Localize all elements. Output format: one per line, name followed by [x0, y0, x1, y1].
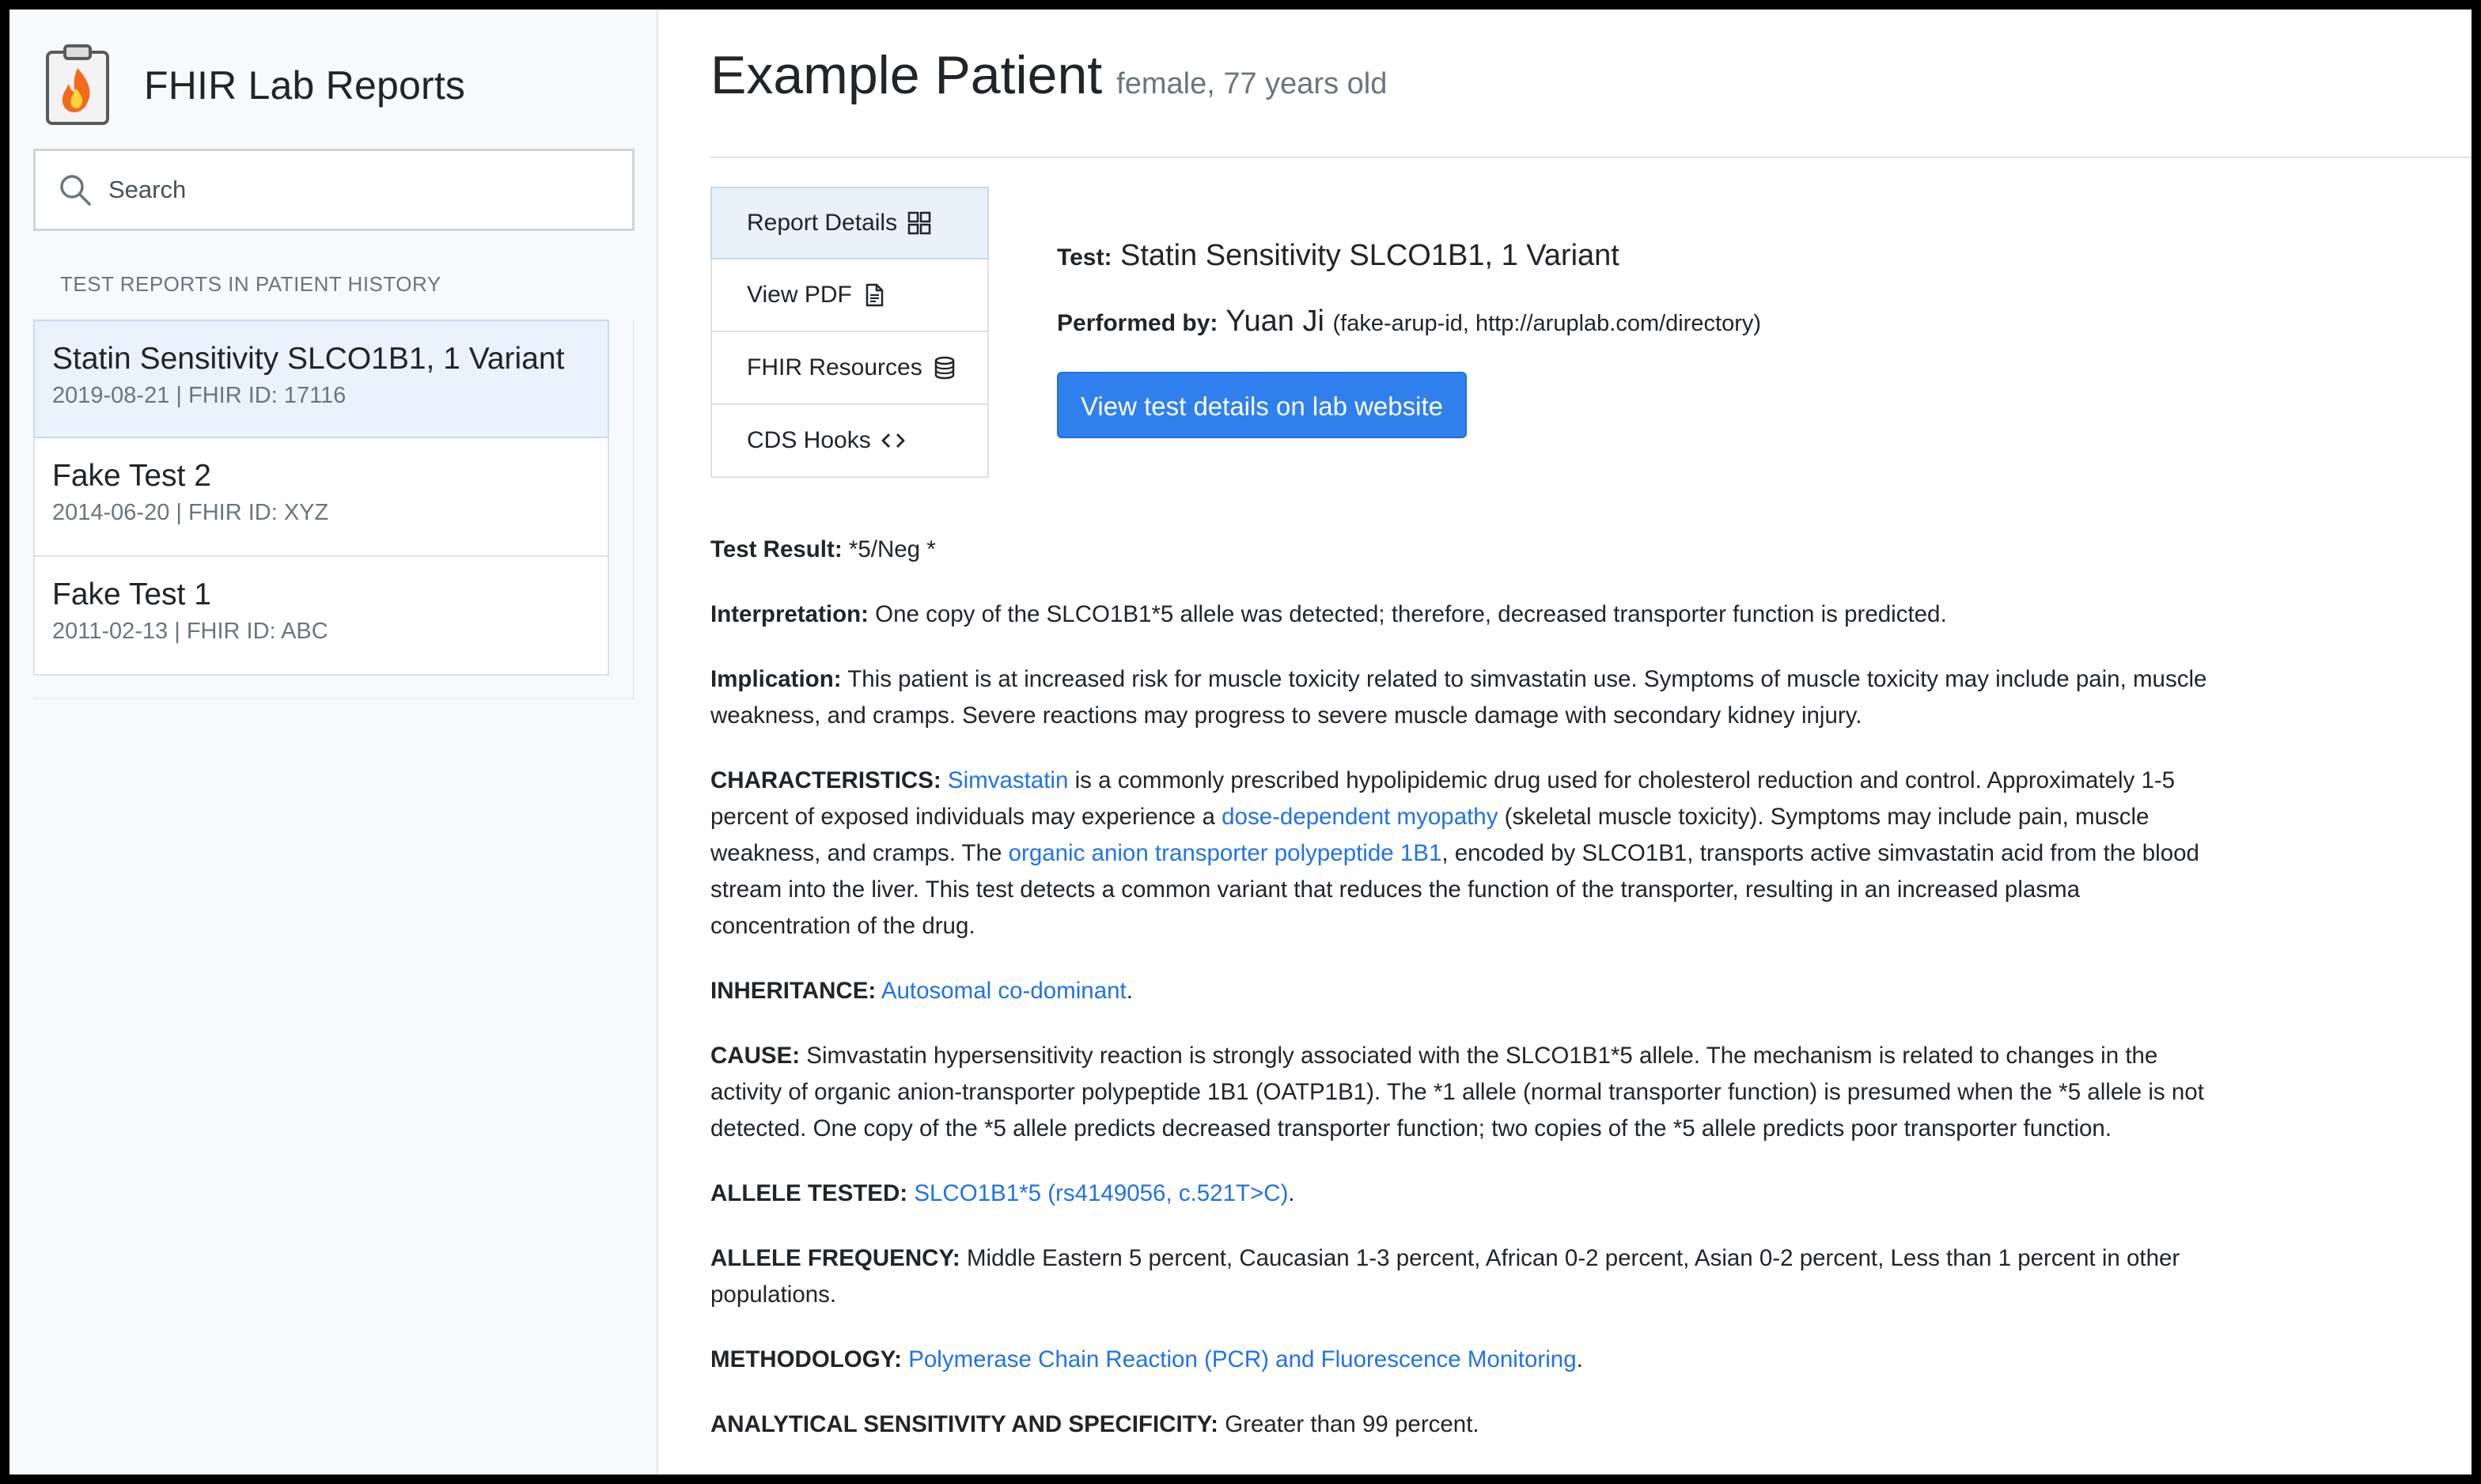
test-result: Test Result: *5/Neg * [710, 532, 2214, 568]
report-name: Fake Test 1 [52, 577, 211, 611]
simvastatin-link[interactable]: Simvastatin [948, 767, 1068, 793]
performer-row: Performed by: Yuan Ji (fake-arup-id, htt… [1057, 305, 1761, 339]
methodology-link[interactable]: Polymerase Chain Reaction (PCR) and Fluo… [908, 1346, 1576, 1372]
field-label: ALLELE TESTED: [710, 1180, 908, 1206]
field-label: CAUSE: [710, 1043, 801, 1069]
report-item-fake-test-2[interactable]: Fake Test 2 2014-06-20 | FHIR ID: XYZ [33, 438, 609, 557]
report-list-container: Statin Sensitivity SLCO1B1, 1 Variant 20… [33, 320, 634, 699]
patient-demographics: female, 77 years old [1116, 67, 1388, 100]
tab-label: View PDF [747, 282, 852, 308]
tab-cds-hooks[interactable]: CDS Hooks [710, 405, 989, 478]
tab-view-pdf[interactable]: View PDF [710, 259, 989, 332]
field-value: One copy of the SLCO1B1*5 allele was det… [875, 601, 1947, 627]
app-title: FHIR Lab Reports [144, 63, 466, 108]
document-icon [866, 283, 884, 307]
field-label: METHODOLOGY: [710, 1346, 902, 1372]
field-value: Greater than 99 percent. [1225, 1411, 1479, 1437]
report-item-statin[interactable]: Statin Sensitivity SLCO1B1, 1 Variant 20… [33, 320, 609, 438]
code-icon [881, 433, 905, 448]
report-list: Statin Sensitivity SLCO1B1, 1 Variant 20… [33, 320, 609, 676]
clipboard-flame-logo-icon [46, 44, 109, 125]
cause: CAUSE: Simvastatin hypersensitivity reac… [710, 1038, 2214, 1147]
analytical-sensitivity: ANALYTICAL SENSITIVITY AND SPECIFICITY: … [710, 1406, 2214, 1443]
report-meta: 2011-02-13 | FHIR ID: ABC [52, 619, 328, 644]
report-meta: 2014-06-20 | FHIR ID: XYZ [52, 500, 329, 525]
report-meta: 2019-08-21 | FHIR ID: 17116 [52, 383, 347, 408]
search-box[interactable] [33, 149, 634, 231]
test-label: Test: [1057, 244, 1112, 271]
test-value: Statin Sensitivity SLCO1B1, 1 Variant [1120, 239, 1619, 272]
search-input[interactable] [108, 166, 599, 214]
field-label: CHARACTERISTICS: [710, 767, 941, 793]
interpretation: Interpretation: One copy of the SLCO1B1*… [710, 596, 2214, 633]
brand[interactable]: FHIR Lab Reports [43, 38, 465, 133]
allele-tested: ALLELE TESTED: SLCO1B1*5 (rs4149056, c.5… [710, 1175, 2214, 1212]
field-value: *5/Neg * [848, 536, 936, 562]
database-icon [934, 356, 954, 380]
characteristics: CHARACTERISTICS: Simvastatin is a common… [710, 763, 2214, 945]
test-row: Test: Statin Sensitivity SLCO1B1, 1 Vari… [1057, 239, 1761, 273]
tab-label: CDS Hooks [747, 427, 871, 453]
field-label: INHERITANCE: [710, 978, 877, 1004]
report-name: Fake Test 2 [52, 459, 211, 493]
report-summary: Test: Statin Sensitivity SLCO1B1, 1 Vari… [1057, 239, 1761, 438]
report-item-fake-test-1[interactable]: Fake Test 1 2011-02-13 | FHIR ID: ABC [33, 557, 609, 676]
performer-detail: (fake-arup-id, http://aruplab.com/direct… [1332, 311, 1762, 336]
tab-report-details[interactable]: Report Details [710, 187, 989, 259]
field-value: Simvastatin hypersensitivity reaction is… [710, 1043, 2204, 1141]
punctuation: . [1126, 978, 1133, 1004]
allele-frequency: ALLELE FREQUENCY: Middle Eastern 5 perce… [710, 1240, 2214, 1313]
app-window: FHIR Lab Reports TEST REPORTS IN PATIENT… [9, 9, 2472, 1475]
punctuation: . [1576, 1346, 1583, 1372]
field-label: Test Result: [710, 536, 843, 562]
oatp1b1-link[interactable]: organic anion transporter polypeptide 1B… [1009, 840, 1442, 866]
performer-label: Performed by: [1057, 310, 1218, 336]
patient-header: Example Patient female, 77 years old [710, 44, 1387, 106]
field-label: ANALYTICAL SENSITIVITY AND SPECIFICITY: [710, 1411, 1218, 1437]
report-list-heading: TEST REPORTS IN PATIENT HISTORY [60, 272, 441, 296]
patient-name: Example Patient [710, 45, 1103, 105]
autosomal-co-dominant-link[interactable]: Autosomal co-dominant [881, 978, 1127, 1004]
report-tabs: Report Details View PDF FHIR Resources C… [710, 187, 989, 478]
report-name: Statin Sensitivity SLCO1B1, 1 Variant [52, 342, 565, 376]
punctuation: . [1288, 1180, 1295, 1206]
report-details: Test Result: *5/Neg * Interpretation: On… [710, 532, 2214, 1471]
sidebar: FHIR Lab Reports TEST REPORTS IN PATIENT… [9, 9, 658, 1475]
header-divider [710, 157, 2472, 158]
dose-dependent-myopathy-link[interactable]: dose-dependent myopathy [1222, 804, 1498, 830]
tab-label: FHIR Resources [747, 354, 922, 380]
search-icon [60, 175, 91, 206]
allele-link[interactable]: SLCO1B1*5 (rs4149056, c.521T>C) [914, 1180, 1288, 1206]
field-label: ALLELE FREQUENCY: [710, 1245, 960, 1271]
grid-icon [907, 211, 931, 235]
methodology: METHODOLOGY: Polymerase Chain Reaction (… [710, 1342, 2214, 1378]
view-lab-website-button[interactable]: View test details on lab website [1057, 372, 1467, 438]
inheritance: INHERITANCE: Autosomal co-dominant. [710, 973, 2214, 1009]
tab-label: Report Details [747, 210, 898, 236]
field-label: Interpretation: [710, 601, 869, 627]
performer-name: Yuan Ji [1225, 305, 1324, 338]
field-label: Implication: [710, 666, 842, 692]
tab-fhir-resources[interactable]: FHIR Resources [710, 332, 989, 405]
field-value: This patient is at increased risk for mu… [710, 666, 2207, 729]
implication: Implication: This patient is at increase… [710, 661, 2214, 734]
main-content: Example Patient female, 77 years old Rep… [658, 9, 2472, 1475]
